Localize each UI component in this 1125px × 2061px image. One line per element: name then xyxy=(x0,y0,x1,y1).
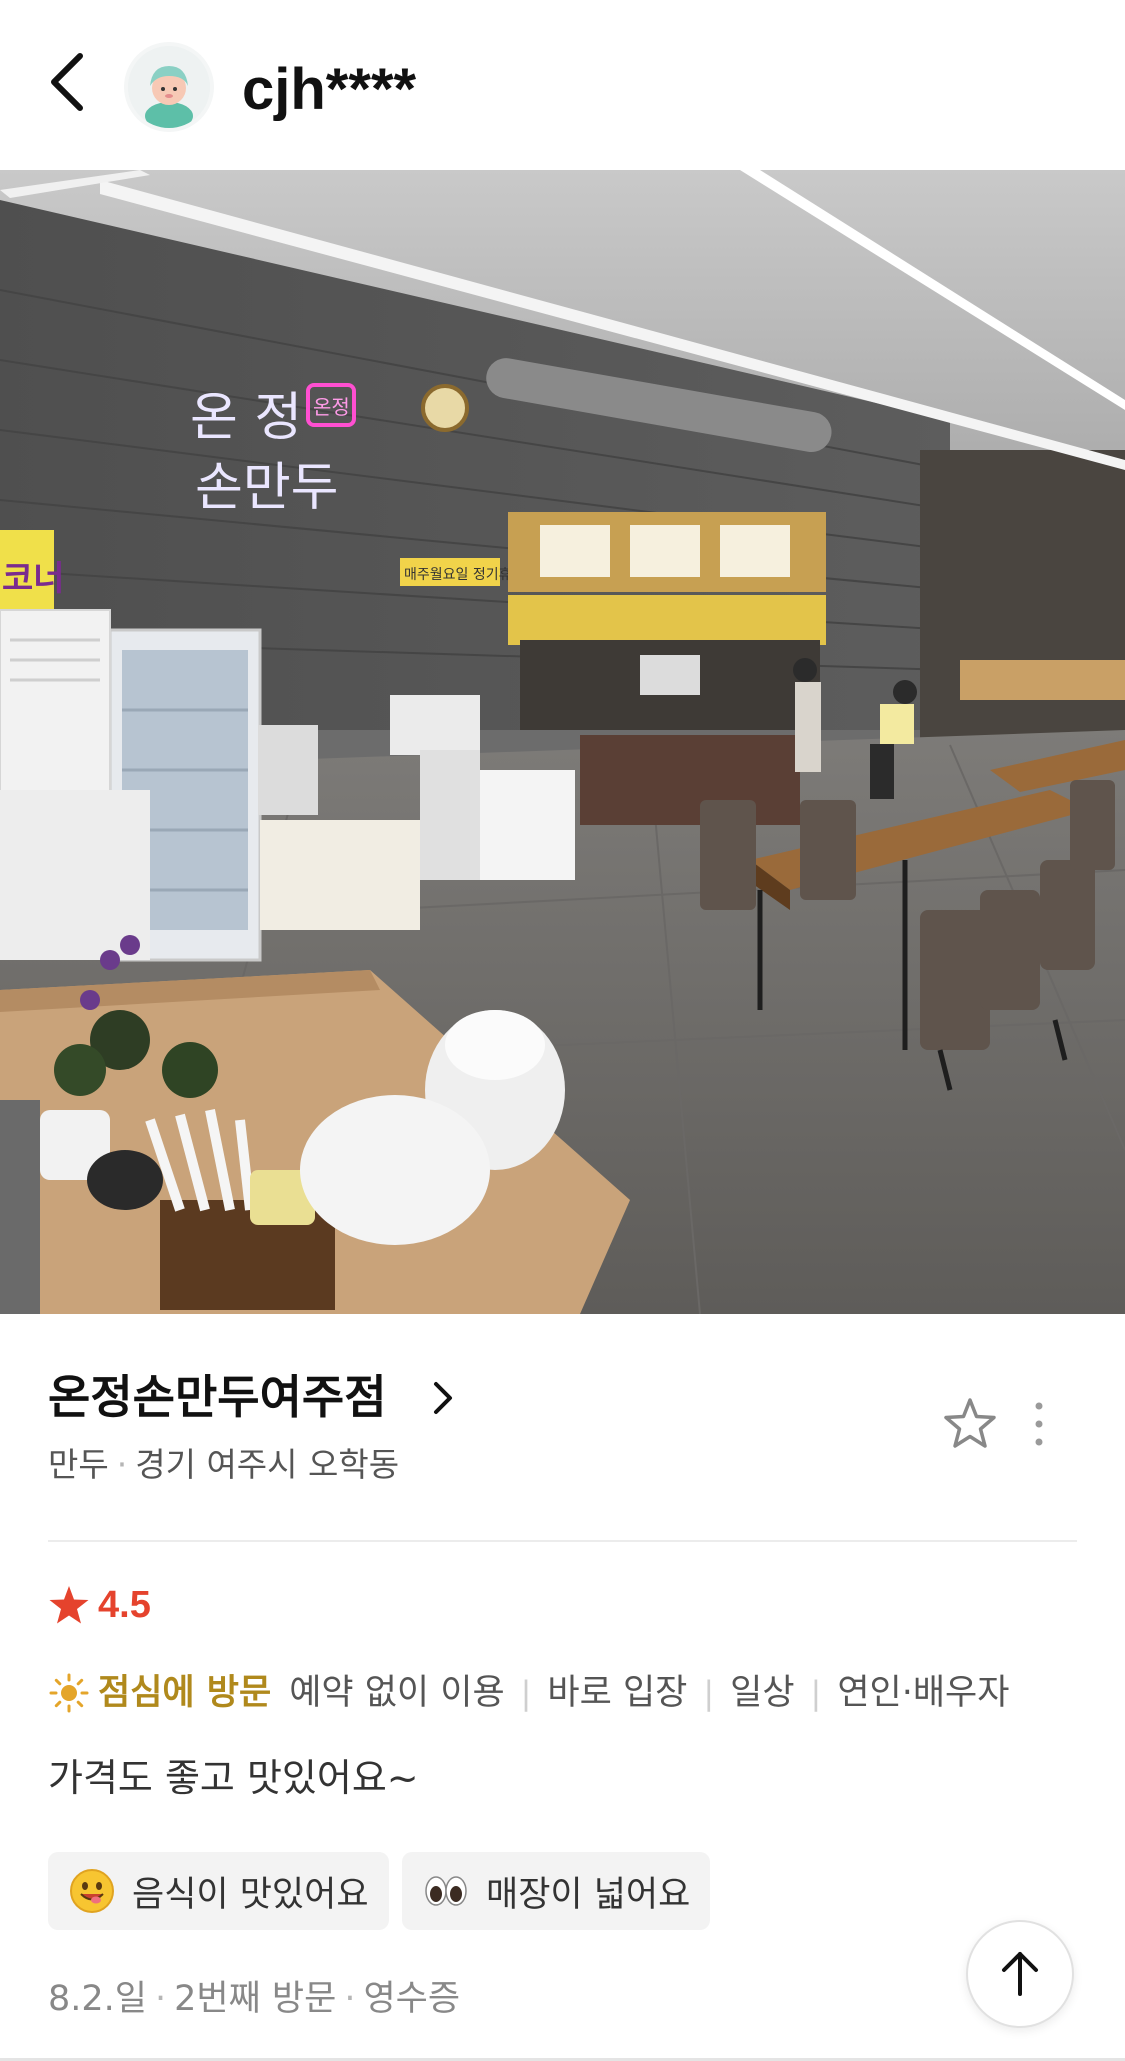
chevron-left-icon xyxy=(51,53,83,111)
rating: 4.5 xyxy=(48,1580,151,1630)
tag-item: 예약 없이 이용 xyxy=(289,1673,505,1713)
keyword-chip[interactable]: 매장이 넓어요 xyxy=(402,1852,711,1930)
meta-dot: · xyxy=(344,1979,356,2019)
review-page: cjh**** 온 정 손만두 온정 매주월요일 정기휴일 코너 온정손만두여주… xyxy=(0,0,1125,2061)
corner-sign: 코너 xyxy=(2,559,65,599)
rating-value: 4.5 xyxy=(98,1584,151,1626)
keyword-chip-label: 매장이 넓어요 xyxy=(486,1874,691,1915)
sun-icon xyxy=(49,1673,89,1713)
neon-sign-line1: 온 정 xyxy=(190,388,302,448)
review-photo[interactable]: 온 정 손만두 온정 매주월요일 정기휴일 코너 xyxy=(0,170,1125,1314)
neon-badge: 온정 xyxy=(313,395,350,419)
closed-sign: 매주월요일 정기휴일 xyxy=(404,567,524,583)
tag-separator: | xyxy=(520,1674,532,1712)
top-header: cjh**** xyxy=(0,0,1125,170)
keyword-chip-label: 음식이 맛있어요 xyxy=(132,1874,369,1915)
place-name-link[interactable]: 온정손만두여주점 xyxy=(48,1362,387,1432)
place-meta: 만두 · 경기 여주시 오학동 xyxy=(48,1440,399,1490)
place-location: 경기 여주시 오학동 xyxy=(135,1445,400,1484)
tag-item: 일상 xyxy=(730,1673,795,1713)
meta-dot: · xyxy=(116,1445,128,1484)
tag-item: 연인·배우자 xyxy=(837,1673,1010,1713)
visit-tags: 점심에 방문 예약 없이 이용 | 바로 입장 | 일상 | 연인·배우자 xyxy=(48,1666,1009,1720)
visit-time-tag: 점심에 방문 xyxy=(98,1673,272,1713)
more-options-button[interactable] xyxy=(1022,1394,1056,1454)
back-button[interactable] xyxy=(40,48,96,118)
favorite-star-button[interactable] xyxy=(940,1394,1000,1454)
eyes-emoji-icon xyxy=(425,1876,467,1906)
neon-sign-line2: 손만두 xyxy=(195,458,339,518)
review-text: 가격도 좋고 맛있어요~ xyxy=(48,1756,419,1800)
tag-item: 바로 입장 xyxy=(547,1673,688,1713)
place-category: 만두 xyxy=(48,1445,109,1484)
meta-dot: · xyxy=(155,1979,167,2019)
username[interactable]: cjh**** xyxy=(242,50,416,130)
chevron-right-icon[interactable] xyxy=(428,1378,458,1418)
visit-proof: 영수증 xyxy=(363,1979,461,2019)
user-avatar-icon xyxy=(128,46,210,128)
kebab-menu-icon xyxy=(1035,1402,1043,1446)
restaurant-photo-image: 온 정 손만두 온정 매주월요일 정기휴일 코너 xyxy=(0,170,1125,1314)
keyword-chip[interactable]: 음식이 맛있어요 xyxy=(48,1852,389,1930)
star-outline-icon xyxy=(944,1398,996,1448)
visit-meta: 8.2.일 · 2번째 방문 · 영수증 xyxy=(48,1972,460,2026)
avatar[interactable] xyxy=(128,46,210,128)
smiley-emoji-icon xyxy=(70,1869,114,1913)
scroll-to-top-button[interactable] xyxy=(966,1920,1074,2028)
star-filled-icon xyxy=(49,1586,89,1624)
section-divider xyxy=(48,1540,1077,1542)
tag-separator: | xyxy=(810,1674,822,1712)
visit-date: 8.2.일 xyxy=(48,1979,147,2019)
visit-count: 2번째 방문 xyxy=(174,1979,337,2019)
tag-separator: | xyxy=(703,1674,715,1712)
arrow-up-icon xyxy=(1002,1952,1038,1996)
